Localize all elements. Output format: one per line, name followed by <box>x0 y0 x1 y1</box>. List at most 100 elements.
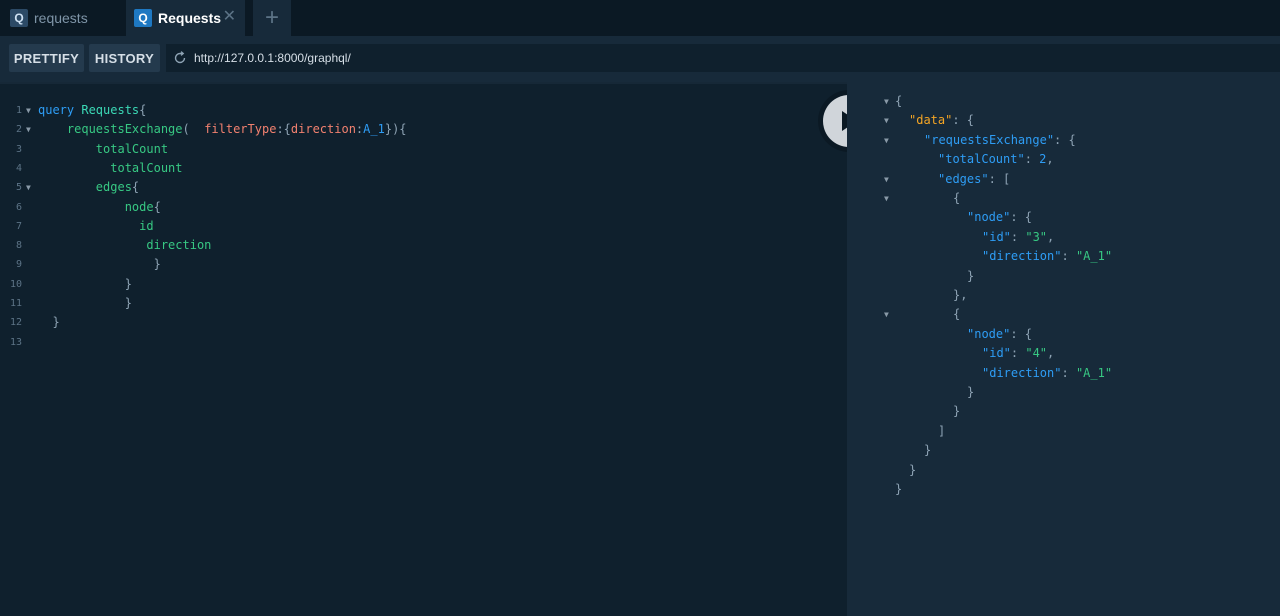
code-token: requestsExchange <box>66 122 183 137</box>
editor-line[interactable]: 2 ▼ requestsExchange( filterType:{directi… <box>0 120 847 139</box>
add-tab-button[interactable]: + <box>253 0 291 36</box>
query-editor[interactable]: 1 ▼ query Requests{2 ▼ requestsExchange( fi… <box>0 82 847 616</box>
fold-arrow-icon[interactable]: ▼ <box>884 189 889 208</box>
prettify-button[interactable]: PRETTIFY <box>9 44 84 72</box>
json-token: : { <box>1010 326 1033 341</box>
result-text: } <box>909 461 916 480</box>
editor-line[interactable]: 7 id <box>0 217 847 236</box>
editor-line[interactable]: 8 direction <box>0 236 847 255</box>
code-token: totalCount <box>110 160 183 175</box>
fold-arrow-icon[interactable]: ▼ <box>884 305 889 324</box>
line-number: 5 <box>15 182 22 194</box>
json-token: } <box>967 385 975 399</box>
editor-line[interactable]: 9 } <box>0 255 847 274</box>
json-token: "totalCount" <box>938 152 1025 167</box>
json-token: { <box>953 191 961 205</box>
result-line: } <box>847 441 1280 460</box>
result-line: ▼{ <box>847 305 1280 324</box>
json-token: { <box>953 307 961 322</box>
json-token: "node" <box>967 326 1011 341</box>
json-token: "4" <box>1025 346 1048 361</box>
json-token: }, <box>953 288 968 302</box>
json-token: } <box>967 268 975 283</box>
json-token: { <box>895 94 903 108</box>
result-text: } <box>924 441 931 460</box>
line-number: 13 <box>9 336 22 348</box>
json-token: : <box>1061 365 1076 380</box>
json-token: : <box>1024 152 1040 167</box>
json-token: : { <box>1054 132 1076 147</box>
result-text: "requestsExchange": { <box>924 131 1076 150</box>
result-line: } <box>847 383 1280 402</box>
code-token: { <box>139 103 147 117</box>
json-token: : [ <box>988 171 1011 186</box>
fold-arrow-icon[interactable]: ▼ <box>884 131 889 150</box>
result-line: } <box>847 461 1280 480</box>
tab-requests-active[interactable]: Q Requests ✕ <box>126 0 245 36</box>
editor-line[interactable]: 4 totalCount <box>0 159 847 178</box>
code-token: } <box>124 276 132 291</box>
result-text: } <box>895 480 902 499</box>
json-token: "direction" <box>982 365 1062 380</box>
code-text: node{ <box>38 198 161 217</box>
result-text: { <box>953 305 960 324</box>
line-number: 9 <box>15 259 22 271</box>
result-text: ] <box>938 422 945 441</box>
line-number: 4 <box>15 162 22 174</box>
fold-arrow-icon[interactable]: ▼ <box>26 120 31 139</box>
line-number: 6 <box>15 201 22 213</box>
editor-line[interactable]: 11 } <box>0 294 847 313</box>
endpoint-input[interactable] <box>194 51 1094 65</box>
result-line: } <box>847 267 1280 286</box>
result-line: "id": "3", <box>847 228 1280 247</box>
json-token: , <box>1047 229 1055 244</box>
code-text: totalCount <box>38 140 168 159</box>
editor-line[interactable]: 3 totalCount <box>0 140 847 159</box>
json-token: } <box>909 462 917 477</box>
close-tab-icon[interactable]: ✕ <box>223 8 236 26</box>
result-text: "id": "4", <box>982 344 1054 363</box>
tab-label: requests <box>34 10 88 26</box>
fold-arrow-icon[interactable]: ▼ <box>884 111 889 130</box>
fold-arrow-icon[interactable]: ▼ <box>884 92 889 111</box>
json-token: , <box>1047 346 1055 361</box>
editor-line[interactable]: 5 ▼ edges{ <box>0 178 847 197</box>
result-text: "direction": "A_1" <box>982 364 1112 383</box>
reload-icon[interactable] <box>172 50 188 66</box>
result-line: "totalCount": 2, <box>847 150 1280 169</box>
fold-arrow-icon[interactable]: ▼ <box>26 101 31 120</box>
code-token: direction <box>146 238 212 253</box>
code-token: } <box>153 257 161 272</box>
json-token: : { <box>1010 210 1033 225</box>
result-text: } <box>967 267 974 286</box>
line-number: 3 <box>15 143 22 155</box>
result-text: }, <box>953 286 967 305</box>
code-token: query <box>38 103 75 117</box>
json-token: "id" <box>982 229 1011 244</box>
line-number: 2 <box>15 124 22 136</box>
result-line: ] <box>847 422 1280 441</box>
code-text: direction <box>38 236 211 255</box>
result-text: "totalCount": 2, <box>938 150 1054 169</box>
editor-line[interactable]: 6 node{ <box>0 198 847 217</box>
editor-line[interactable]: 10 } <box>0 275 847 294</box>
editor-line[interactable]: 12 } <box>0 313 847 332</box>
code-text: } <box>38 294 132 313</box>
editor-line[interactable]: 1 ▼ query Requests{ <box>0 101 847 120</box>
result-line: ▼ "data": { <box>847 111 1280 130</box>
json-token: "A_1" <box>1075 365 1113 380</box>
json-token: : <box>1010 346 1026 361</box>
result-line: "direction": "A_1" <box>847 247 1280 266</box>
code-text: } <box>38 313 59 332</box>
editor-line[interactable]: 13 <box>0 333 847 352</box>
result-line: ▼ "edges": [ <box>847 170 1280 189</box>
code-text: query Requests{ <box>38 101 146 120</box>
fold-arrow-icon[interactable]: ▼ <box>26 178 31 197</box>
history-button[interactable]: HISTORY <box>89 44 160 72</box>
tab-requests-inactive[interactable]: Q requests <box>0 0 118 36</box>
fold-arrow-icon[interactable]: ▼ <box>884 170 889 189</box>
